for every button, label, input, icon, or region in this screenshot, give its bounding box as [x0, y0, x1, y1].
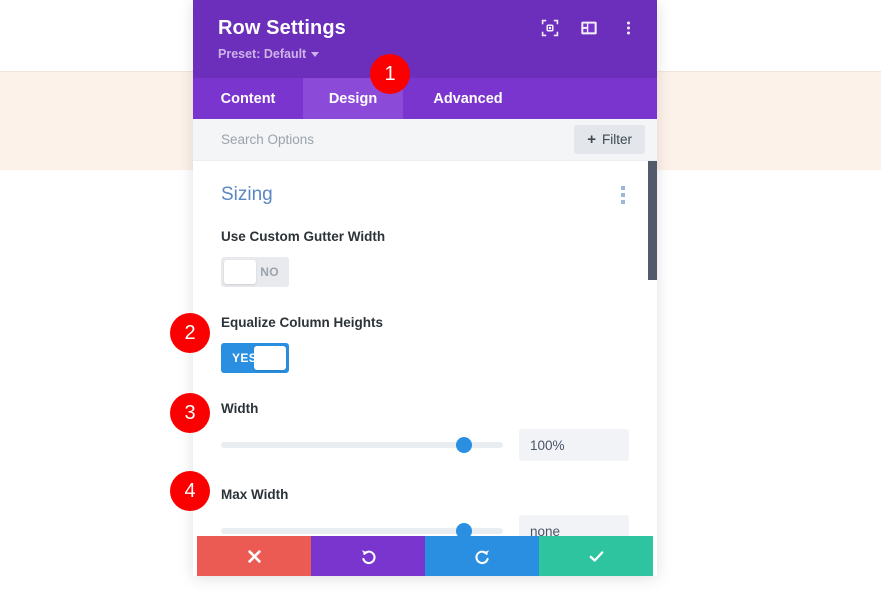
check-icon [589, 550, 603, 562]
max-width-slider[interactable] [221, 521, 503, 536]
field-width: Width [221, 401, 629, 461]
undo-icon [361, 549, 376, 564]
field-label: Equalize Column Heights [221, 315, 384, 330]
slider-row [221, 429, 629, 461]
slider-handle[interactable] [455, 437, 472, 453]
field-label: Max Width [221, 487, 289, 502]
settings-body: Sizing Use Custom Gutter Width NO Equali… [193, 161, 657, 536]
row-settings-modal: Row Settings Preset: Default Content Des… [193, 0, 657, 576]
header-actions [539, 17, 639, 39]
toggle-state-label: NO [260, 265, 279, 279]
filter-button[interactable]: + Filter [574, 125, 645, 154]
settings-scroll-content: Sizing Use Custom Gutter Width NO Equali… [193, 161, 657, 536]
annotation-badge-3: 3 [170, 393, 210, 433]
preset-selector[interactable]: Preset: Default [218, 47, 320, 61]
max-width-value-input[interactable] [519, 515, 629, 536]
annotation-badge-1: 1 [370, 54, 410, 94]
redo-button[interactable] [425, 536, 539, 576]
field-label: Use Custom Gutter Width [221, 229, 386, 244]
width-slider[interactable] [221, 435, 503, 455]
toggle-state-label: YES [232, 351, 258, 365]
save-button[interactable] [539, 536, 653, 576]
slider-handle[interactable] [455, 523, 472, 536]
page-title: Row Settings [218, 17, 346, 39]
scrollbar-thumb[interactable] [648, 161, 657, 280]
plus-icon: + [587, 131, 596, 148]
modal-footer [197, 536, 653, 576]
undo-button[interactable] [311, 536, 425, 576]
tab-bar: Content Design Advanced [193, 78, 657, 119]
width-value-input[interactable] [519, 429, 629, 461]
slider-row [221, 515, 629, 536]
focus-target-icon[interactable] [539, 17, 561, 39]
cancel-button[interactable] [197, 536, 311, 576]
search-row: + Filter [193, 119, 657, 161]
annotation-badge-2: 2 [170, 313, 210, 353]
filter-button-label: Filter [602, 132, 632, 147]
kebab-menu-icon[interactable] [617, 17, 639, 39]
section-title: Sizing [221, 184, 273, 205]
sizing-section-header: Sizing [221, 183, 629, 207]
field-use-custom-gutter-width: Use Custom Gutter Width NO [221, 229, 629, 289]
tab-content[interactable]: Content [193, 78, 303, 119]
tab-advanced[interactable]: Advanced [403, 78, 533, 119]
toggle-knob [254, 346, 286, 370]
field-max-width: Max Width [221, 487, 629, 536]
section-options-icon[interactable] [617, 183, 629, 207]
redo-icon [474, 549, 489, 564]
annotation-badge-4: 4 [170, 471, 210, 511]
field-equalize-column-heights: Equalize Column Heights YES [221, 315, 629, 375]
preset-label: Preset: Default [218, 47, 307, 61]
toggle-knob [224, 260, 256, 284]
scrollbar-track[interactable] [648, 161, 657, 536]
modal-header: Row Settings Preset: Default [193, 0, 657, 78]
layout-panel-icon[interactable] [578, 17, 600, 39]
toggle-equalize-column-heights[interactable]: YES [221, 343, 289, 373]
search-input[interactable] [221, 132, 575, 147]
field-label: Width [221, 401, 259, 416]
close-icon [247, 549, 261, 563]
chevron-down-icon [311, 52, 320, 57]
toggle-use-custom-gutter-width[interactable]: NO [221, 257, 289, 287]
